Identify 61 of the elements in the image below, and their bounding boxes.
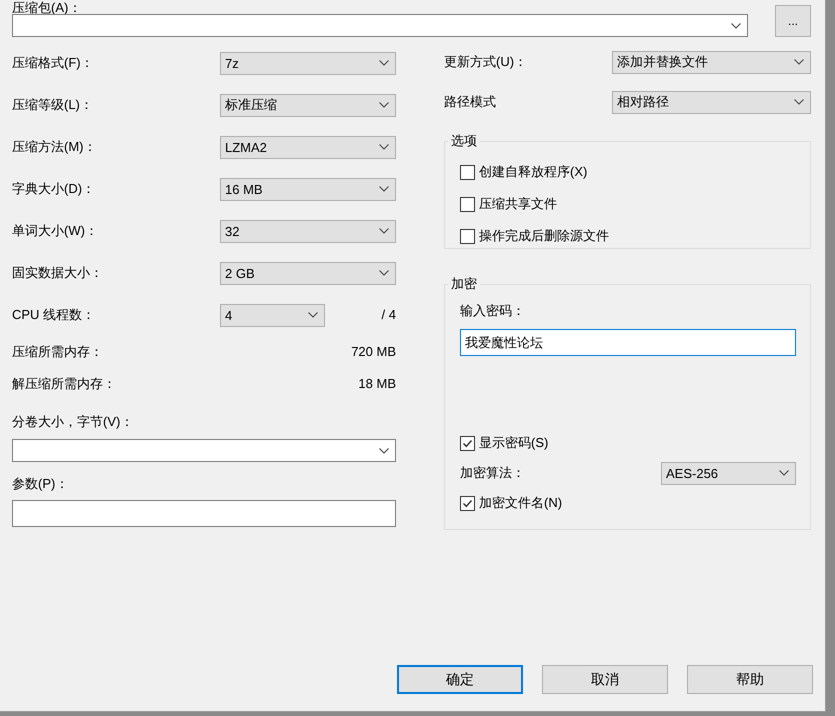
dropdown[interactable]: 32 [220, 220, 396, 242]
field-label: CPU 线程数： [12, 307, 96, 323]
field-label: 压缩方法(M)： [12, 139, 98, 155]
chevron-down-icon [794, 99, 804, 105]
dropdown[interactable]: AES-256 [661, 462, 796, 484]
chevron-down-icon [379, 228, 389, 234]
chevron-down-icon [379, 102, 389, 108]
chevron-down-icon [731, 22, 741, 28]
group-title: 选项 [448, 133, 480, 149]
field-label: 输入密码： [460, 303, 526, 319]
chevron-down-icon [308, 312, 318, 318]
thread-count-total: / 4 [382, 307, 396, 323]
chevron-down-icon [379, 270, 389, 276]
field-label: 压缩所需内存： [12, 344, 104, 360]
browse-button[interactable]: ... [775, 5, 811, 37]
checkbox[interactable] [460, 436, 475, 450]
dropdown[interactable]: LZMA2 [220, 136, 396, 158]
archive-label: 压缩包(A)： [12, 0, 82, 15]
checkbox-label: 压缩共享文件 [479, 196, 557, 212]
field-label: 分卷大小，字节(V)： [12, 414, 134, 430]
field-label: 解压缩所需内存： [12, 376, 117, 392]
field-label: 参数(P)： [12, 476, 70, 492]
field-label: 加密算法： [460, 465, 525, 481]
field-label: 固实数据大小： [12, 265, 104, 281]
chevron-down-icon [379, 448, 389, 454]
dropdown[interactable]: 7z [220, 52, 396, 74]
checkbox-label: 创建自释放程序(X) [479, 164, 588, 180]
chevron-down-icon [794, 59, 804, 65]
checkbox[interactable] [460, 196, 475, 212]
field-label: 更新方式(U)： [444, 54, 528, 70]
chevron-down-icon [379, 186, 389, 192]
checkbox[interactable] [460, 228, 475, 244]
field-label: 压缩格式(F)： [12, 55, 95, 71]
chevron-down-icon [379, 144, 389, 150]
dialog-button[interactable]: 帮助 [687, 665, 813, 694]
chevron-down-icon [779, 470, 789, 476]
memory-value: 18 MB [358, 376, 396, 392]
checkbox[interactable] [460, 496, 475, 510]
volume-size-field[interactable] [12, 439, 396, 462]
chevron-down-icon [379, 60, 389, 66]
dropdown[interactable]: 相对路径 [612, 90, 811, 114]
dropdown[interactable]: 标准压缩 [220, 94, 396, 116]
field-label: 单词大小(W)： [12, 223, 99, 239]
dropdown[interactable]: 4 [220, 304, 325, 326]
checkbox-label: 操作完成后删除源文件 [479, 228, 609, 244]
dropdown[interactable]: 2 GB [220, 262, 396, 284]
memory-value: 720 MB [351, 344, 396, 360]
field-label: 路径模式 [444, 94, 497, 110]
archive-path-field[interactable] [12, 14, 748, 37]
password-field[interactable]: 我爱魔性论坛 [460, 329, 796, 356]
field-label: 压缩等级(L)： [12, 97, 94, 113]
dropdown[interactable]: 16 MB [220, 178, 396, 200]
field-label: 字典大小(D)： [12, 181, 96, 197]
dialog-button[interactable]: 取消 [542, 665, 668, 694]
checkbox[interactable] [460, 164, 475, 180]
parameters-field[interactable] [12, 500, 396, 527]
group-title: 加密 [448, 276, 480, 292]
dialog-button[interactable]: 确定 [397, 665, 523, 694]
checkbox-label: 显示密码(S) [479, 435, 548, 451]
checkbox-label: 加密文件名(N) [479, 495, 562, 511]
dropdown[interactable]: 添加并替换文件 [612, 50, 811, 74]
